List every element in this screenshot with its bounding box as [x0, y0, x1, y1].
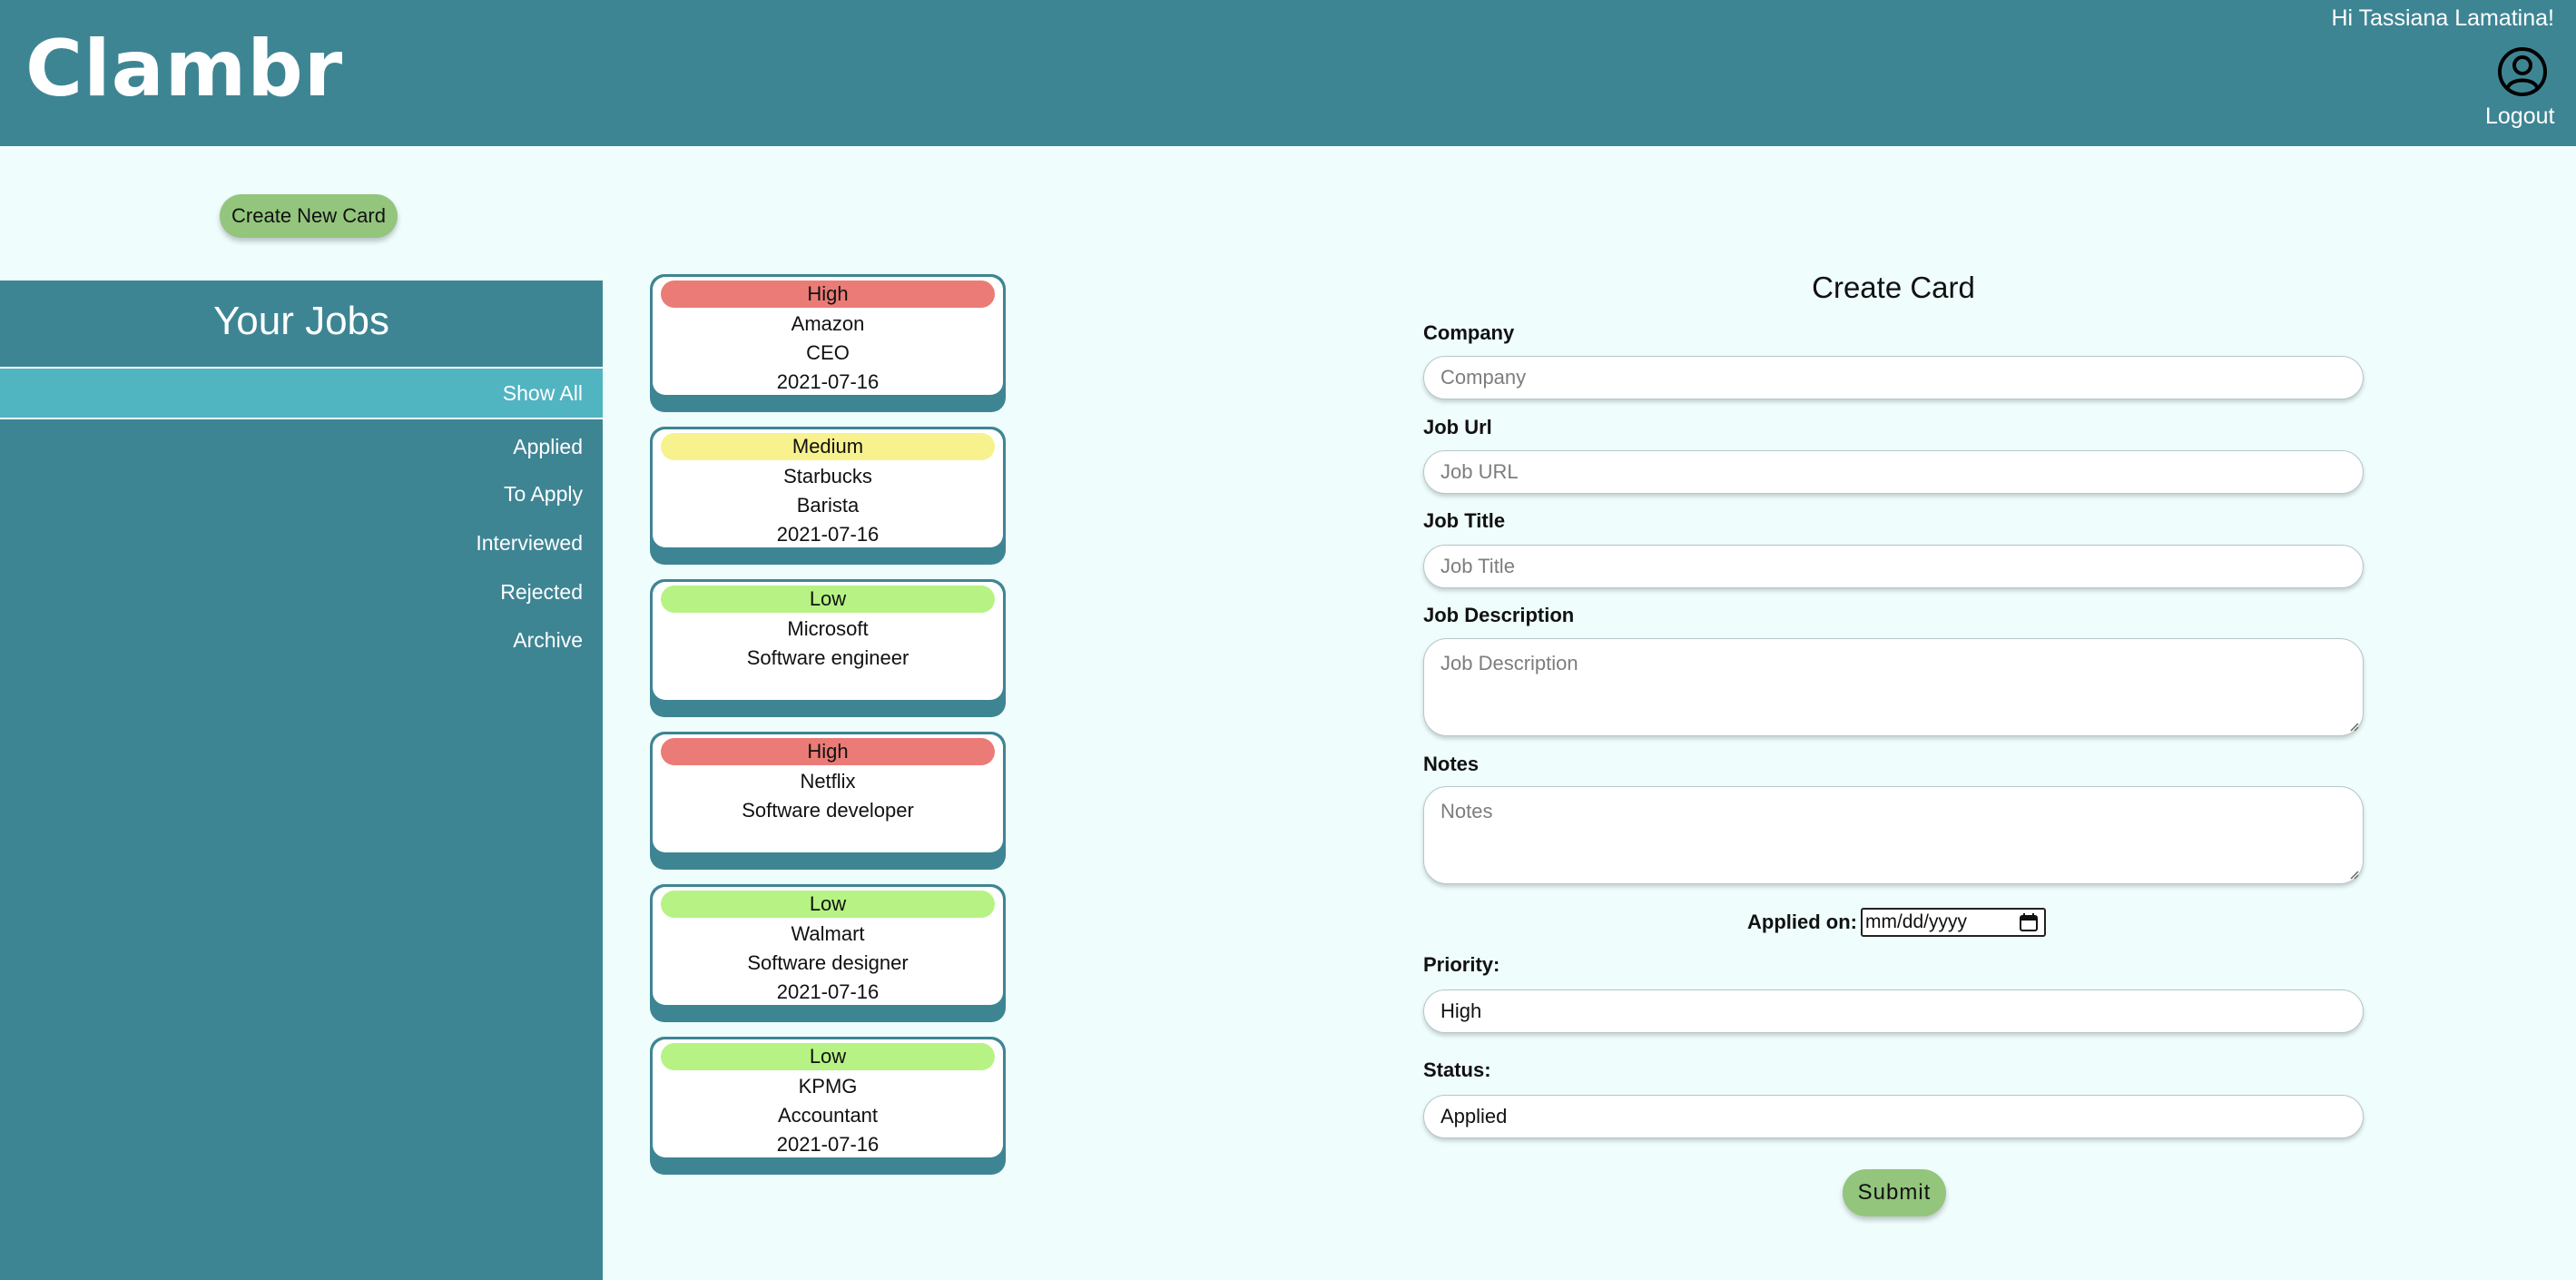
create-card-title: Create Card: [1812, 271, 1975, 304]
job-card-date: 2021-07-16: [776, 523, 880, 546]
job-card-company: Walmart: [791, 922, 865, 945]
job-title-input[interactable]: Job Title: [1423, 545, 2364, 588]
app-header: Clambr Hi Tassiana Lamatina! Logout: [0, 0, 2576, 146]
job-card-netflix[interactable]: High Netflix Software developer: [650, 732, 1006, 870]
status-select[interactable]: Applied: [1423, 1095, 2364, 1138]
calendar-icon[interactable]: [2019, 912, 2039, 932]
job-card-date: 2021-07-16: [776, 1133, 880, 1156]
job-description-placeholder: Job Description: [1440, 652, 1578, 674]
priority-badge: Low: [661, 1043, 995, 1070]
sidebar-item-interviewed[interactable]: Interviewed: [0, 518, 603, 567]
job-card-title: Accountant: [777, 1104, 879, 1127]
applied-on-label: Applied on:: [1747, 911, 1857, 933]
job-card-starbucks[interactable]: Medium Starbucks Barista 2021-07-16: [650, 427, 1006, 565]
notes-textarea[interactable]: Notes: [1423, 786, 2364, 884]
resize-grip-icon[interactable]: [2348, 721, 2359, 732]
job-card-date: 2021-07-16: [776, 370, 880, 393]
priority-badge: Low: [661, 891, 995, 918]
job-card-company: Starbucks: [783, 465, 872, 487]
applied-on-row: Applied on: mm/dd/yyyy: [1747, 908, 2046, 937]
sidebar-item-applied[interactable]: Applied: [0, 422, 603, 471]
job-card-body: Medium Starbucks Barista 2021-07-16: [653, 429, 1003, 547]
priority-badge: Medium: [661, 433, 995, 460]
applied-on-date-input[interactable]: mm/dd/yyyy: [1860, 908, 2046, 937]
sidebar-item-show-all[interactable]: Show All: [0, 369, 603, 419]
notes-label: Notes: [1423, 753, 1480, 775]
job-card-body: High Amazon CEO 2021-07-16: [653, 277, 1003, 395]
priority-select[interactable]: High: [1423, 990, 2364, 1033]
app-logo[interactable]: Clambr: [25, 20, 343, 118]
sidebar-item-rejected[interactable]: Rejected: [0, 567, 603, 616]
sidebar-title: Your Jobs: [212, 299, 390, 343]
user-account-icon[interactable]: [2496, 45, 2549, 98]
logout-link[interactable]: Logout: [2485, 103, 2554, 130]
job-url-label: Job Url: [1423, 416, 1492, 438]
job-card-walmart[interactable]: Low Walmart Software designer 2021-07-16: [650, 884, 1006, 1022]
sidebar-item-to-apply[interactable]: To Apply: [0, 469, 603, 518]
job-card-company: Microsoft: [787, 617, 869, 640]
priority-badge: High: [661, 738, 995, 765]
status-selected-value: Applied: [1440, 1105, 1508, 1127]
job-card-microsoft[interactable]: Low Microsoft Software engineer: [650, 579, 1006, 717]
date-placeholder: mm/dd/yyyy: [1864, 911, 1967, 932]
job-description-textarea[interactable]: Job Description: [1423, 638, 2364, 736]
job-card-title: Software engineer: [746, 646, 909, 669]
job-card-body: Low Walmart Software designer 2021-07-16: [653, 887, 1003, 1005]
jobs-sidebar: Your Jobs Show All Applied To Apply Inte…: [0, 281, 603, 1280]
sidebar-item-archive[interactable]: Archive: [0, 615, 603, 665]
company-label: Company: [1423, 321, 1515, 344]
job-url-input[interactable]: Job URL: [1423, 450, 2364, 494]
notes-placeholder: Notes: [1440, 800, 1493, 822]
company-input[interactable]: Company: [1423, 356, 2364, 399]
status-label: Status:: [1423, 1058, 1491, 1081]
job-card-title: CEO: [806, 341, 850, 364]
job-card-title: Software designer: [747, 951, 909, 974]
job-card-title: Barista: [796, 494, 860, 517]
job-card-body: Low KPMG Accountant 2021-07-16: [653, 1039, 1003, 1157]
job-card-date: 2021-07-16: [776, 980, 880, 1003]
job-card-kpmg[interactable]: Low KPMG Accountant 2021-07-16: [650, 1037, 1006, 1175]
job-card-amazon[interactable]: High Amazon CEO 2021-07-16: [650, 274, 1006, 412]
priority-selected-value: High: [1440, 999, 1482, 1022]
job-title-label: Job Title: [1423, 509, 1506, 532]
job-card-company: KPMG: [798, 1075, 858, 1098]
create-new-card-button[interactable]: Create New Card: [220, 194, 398, 238]
resize-grip-icon[interactable]: [2348, 869, 2359, 880]
job-card-company: Netflix: [800, 770, 856, 793]
priority-badge: Low: [661, 586, 995, 613]
priority-label: Priority:: [1423, 953, 1500, 976]
priority-badge: High: [661, 281, 995, 308]
job-card-company: Amazon: [791, 312, 865, 335]
user-greeting: Hi Tassiana Lamatina!: [2331, 5, 2554, 31]
job-card-body: High Netflix Software developer: [653, 734, 1003, 852]
job-card-body: Low Microsoft Software engineer: [653, 582, 1003, 700]
job-card-title: Software developer: [742, 799, 914, 822]
job-description-label: Job Description: [1423, 604, 1575, 626]
submit-button[interactable]: Submit: [1843, 1169, 1946, 1216]
